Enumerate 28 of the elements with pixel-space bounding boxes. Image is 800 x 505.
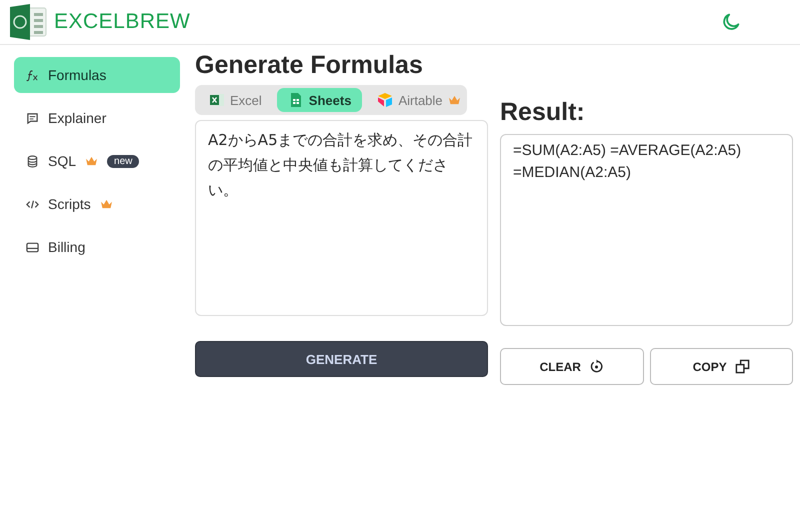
message-icon xyxy=(26,112,39,124)
copy-button[interactable]: COPY xyxy=(650,348,793,385)
result-title: Result: xyxy=(500,98,586,127)
card-icon xyxy=(26,240,39,254)
clear-button[interactable]: CLEAR xyxy=(500,348,644,385)
moon-icon[interactable] xyxy=(720,11,742,33)
sidebar-item[interactable]: Explainer xyxy=(14,100,180,136)
code-icon xyxy=(26,198,39,210)
prompt-field[interactable]: A2からA5までの合計を求め、その合計の平均値と中央値も計算してください。 xyxy=(195,120,488,316)
function-icon xyxy=(26,68,39,82)
tab[interactable]: Airtable xyxy=(366,88,472,112)
sidebar-item[interactable]: Formulas xyxy=(14,57,180,93)
copy-icon xyxy=(734,359,750,374)
new-badge: new xyxy=(107,154,140,168)
database-icon xyxy=(26,154,39,168)
tab[interactable]: Excel xyxy=(198,88,273,112)
page-title: Generate Formulas xyxy=(195,51,424,80)
tab[interactable]: Sheets xyxy=(276,88,362,112)
cube-icon xyxy=(377,92,394,108)
sidebar-item[interactable]: Billing xyxy=(14,229,180,265)
logo-icon xyxy=(8,4,48,40)
sidebar-item[interactable]: SQL new xyxy=(14,143,180,179)
brand-name: EXCELBREW xyxy=(54,10,190,34)
generate-button[interactable]: GENERATE xyxy=(195,341,488,377)
result-field[interactable]: =SUM(A2:A5) =AVERAGE(A2:A5) =MEDIAN(A2:A5) xyxy=(500,134,793,326)
spreadsheet-icon xyxy=(209,92,225,108)
sidebar-item[interactable]: Scripts xyxy=(14,186,180,222)
reset-icon xyxy=(588,359,604,374)
